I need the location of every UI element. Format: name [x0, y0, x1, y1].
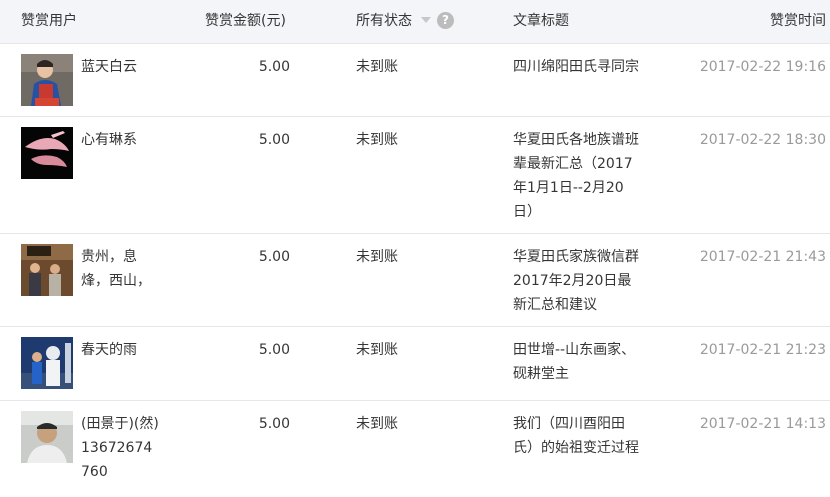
avatar: [21, 337, 73, 389]
avatar: [21, 244, 73, 296]
reward-status: 未到账: [356, 132, 398, 148]
article-title-link[interactable]: 华夏田氏各地族谱班辈最新汇总（2017年1月1日--2月20日）: [513, 128, 639, 224]
avatar: [21, 411, 73, 463]
column-header-title: 文章标题: [513, 13, 569, 29]
caret-down-icon[interactable]: [421, 17, 431, 23]
reward-status: 未到账: [356, 249, 398, 265]
reward-status: 未到账: [356, 416, 398, 432]
table-row: 贵州，息烽，西山， 5.00 未到账 华夏田氏家族微信群2017年2月20日最新…: [0, 234, 830, 327]
reward-user-name: 蓝天白云: [81, 59, 137, 75]
reward-user-name: 心有琳系: [81, 132, 137, 148]
reward-amount: 5.00: [258, 342, 290, 358]
avatar: [21, 127, 73, 179]
help-icon[interactable]: ?: [437, 11, 454, 29]
avatar: [21, 54, 73, 106]
reward-status: 未到账: [356, 59, 398, 75]
table-row: 蓝天白云 5.00 未到账 四川绵阳田氏寻同宗 2017-02-22 19:16: [0, 44, 830, 117]
reward-amount: 5.00: [258, 416, 290, 432]
reward-status: 未到账: [356, 342, 398, 358]
reward-time: 2017-02-21 21:43: [699, 249, 826, 265]
column-header-status: 所有状态: [356, 13, 412, 29]
reward-time: 2017-02-21 21:23: [699, 342, 826, 358]
table-row: (田景于)(然)13672674760 5.00 未到账 我们（四川酉阳田氏）的…: [0, 401, 830, 497]
column-header-user: 赞赏用户: [21, 13, 77, 29]
reward-amount: 5.00: [258, 132, 290, 148]
article-title-link[interactable]: 田世增--山东画家、砚耕堂主: [513, 338, 639, 386]
table-header: 赞赏用户 赞赏金额(元) 所有状态? 文章标题 赞赏时间: [0, 0, 830, 44]
reward-amount: 5.00: [258, 249, 290, 265]
article-title-link[interactable]: 华夏田氏家族微信群2017年2月20日最新汇总和建议: [513, 245, 639, 317]
reward-amount: 5.00: [258, 59, 290, 75]
table-row: 春天的雨 5.00 未到账 田世增--山东画家、砚耕堂主 2017-02-21 …: [0, 327, 830, 401]
reward-time: 2017-02-21 14:13: [699, 416, 826, 432]
table-row: 心有琳系 5.00 未到账 华夏田氏各地族谱班辈最新汇总（2017年1月1日--…: [0, 117, 830, 234]
article-title-link[interactable]: 四川绵阳田氏寻同宗: [513, 55, 639, 79]
reward-user-name: (田景于)(然)13672674760: [81, 416, 159, 480]
article-title-link[interactable]: 我们（四川酉阳田氏）的始祖变迁过程: [513, 412, 639, 460]
column-header-amount: 赞赏金额(元): [205, 13, 286, 29]
reward-time: 2017-02-22 19:16: [699, 59, 826, 75]
status-filter-dropdown[interactable]: 所有状态?: [356, 11, 454, 30]
reward-user-name: 贵州，息烽，西山，: [81, 249, 151, 289]
reward-time: 2017-02-22 18:30: [699, 132, 826, 148]
column-header-time: 赞赏时间: [770, 13, 826, 29]
reward-user-name: 春天的雨: [81, 342, 137, 358]
